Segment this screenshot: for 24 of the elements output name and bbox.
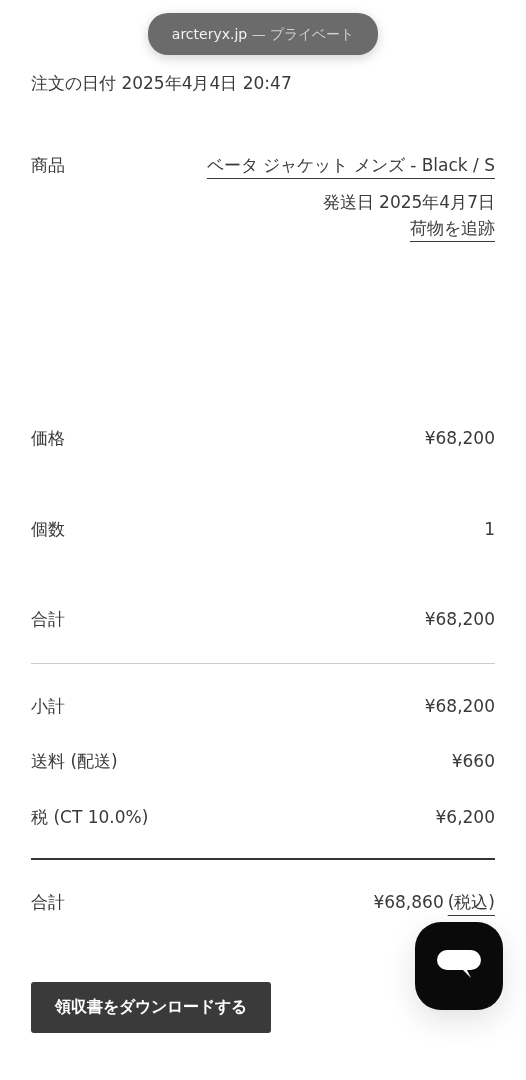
summary-value: ¥68,200 <box>424 694 495 718</box>
private-mode-label: — プライベート <box>251 26 355 42</box>
domain-text: arcteryx.jp <box>171 26 249 42</box>
chat-button[interactable] <box>415 922 503 1010</box>
item-label: 商品 <box>31 153 65 177</box>
download-receipt-button[interactable]: 領収書をダウンロードする <box>31 981 271 1033</box>
total-label: 合計 <box>31 891 65 914</box>
row-value: 1 <box>484 517 495 541</box>
row-value: ¥68,200 <box>424 427 495 450</box>
track-package-link[interactable]: 荷物を追跡 <box>410 215 495 241</box>
summary-value: ¥660 <box>451 750 495 773</box>
ship-date-text: 発送日 2025年4月7日 <box>322 191 495 214</box>
row-label: 価格 <box>31 427 65 450</box>
total-value: ¥68,860 <box>373 891 444 914</box>
row-label: 合計 <box>31 608 65 631</box>
row-value: ¥68,200 <box>424 608 495 631</box>
order-date-text: 注文の日付 2025年4月4日 20:47 <box>31 72 293 95</box>
summary-label: 税 (CT 10.0%) <box>31 805 149 829</box>
row-label: 個数 <box>31 517 65 541</box>
summary-label: 小計 <box>31 694 65 718</box>
summary-value: ¥6,200 <box>435 805 495 829</box>
tax-included-note: (税込) <box>447 891 495 914</box>
summary-label: 送料 (配送) <box>31 750 118 773</box>
product-link[interactable]: ベータ ジャケット メンズ - Black / S <box>206 152 495 178</box>
